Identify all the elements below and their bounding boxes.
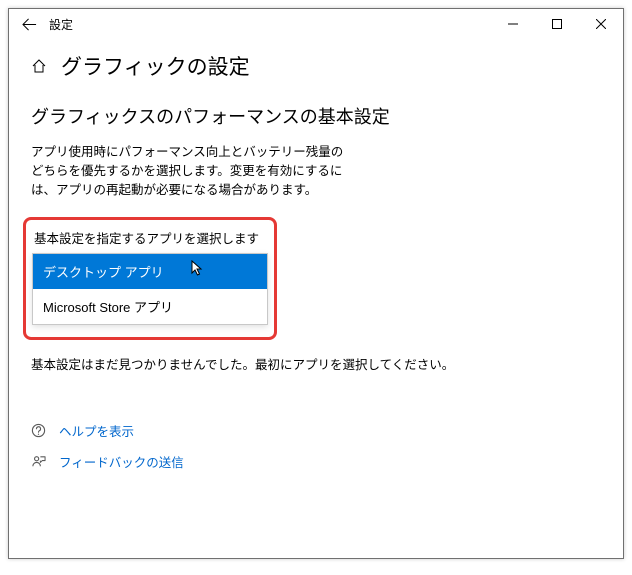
help-icon (31, 423, 49, 438)
app-type-dropdown[interactable]: デスクトップ アプリ Microsoft Store アプリ (32, 253, 268, 325)
page-header: グラフィックの設定 (31, 51, 601, 81)
arrow-left-icon (22, 17, 37, 32)
back-button[interactable] (15, 9, 43, 39)
cursor-icon (191, 260, 205, 278)
maximize-button[interactable] (535, 9, 579, 39)
feedback-icon (31, 454, 49, 469)
content-area: グラフィックの設定 グラフィックスのパフォーマンスの基本設定 アプリ使用時にパフ… (9, 39, 623, 558)
help-link-row: ヘルプを表示 (31, 421, 601, 440)
dropdown-item-label: Microsoft Store アプリ (43, 300, 173, 315)
dropdown-item-desktop-app[interactable]: デスクトップ アプリ (33, 254, 267, 289)
close-button[interactable] (579, 9, 623, 39)
titlebar: 設定 (9, 9, 623, 39)
page-title: グラフィックの設定 (61, 51, 250, 81)
highlighted-dropdown-area: 基本設定を指定するアプリを選択します デスクトップ アプリ Microsoft … (23, 217, 277, 340)
no-preferences-text: 基本設定はまだ見つかりませんでした。最初にアプリを選択してください。 (31, 354, 601, 373)
home-button[interactable] (31, 58, 47, 74)
section-title: グラフィックスのパフォーマンスの基本設定 (31, 103, 601, 129)
home-icon (31, 58, 47, 74)
settings-window: 設定 グラフィックの設定 グラフィックスのパフォーマンスの基本設定 アプリ使用時… (8, 8, 624, 559)
feedback-link[interactable]: フィードバックの送信 (59, 452, 184, 471)
maximize-icon (552, 19, 562, 29)
dropdown-item-microsoft-store-app[interactable]: Microsoft Store アプリ (33, 289, 267, 324)
window-controls (491, 9, 623, 39)
dropdown-item-label: デスクトップ アプリ (43, 265, 164, 280)
minimize-button[interactable] (491, 9, 535, 39)
dropdown-label: 基本設定を指定するアプリを選択します (32, 228, 268, 247)
window-title: 設定 (49, 16, 491, 33)
help-link[interactable]: ヘルプを表示 (59, 421, 134, 440)
minimize-icon (508, 19, 518, 29)
close-icon (596, 19, 606, 29)
section-description: アプリ使用時にパフォーマンス向上とバッテリー残量のどちらを優先するかを選択します… (31, 143, 351, 199)
feedback-link-row: フィードバックの送信 (31, 452, 601, 471)
